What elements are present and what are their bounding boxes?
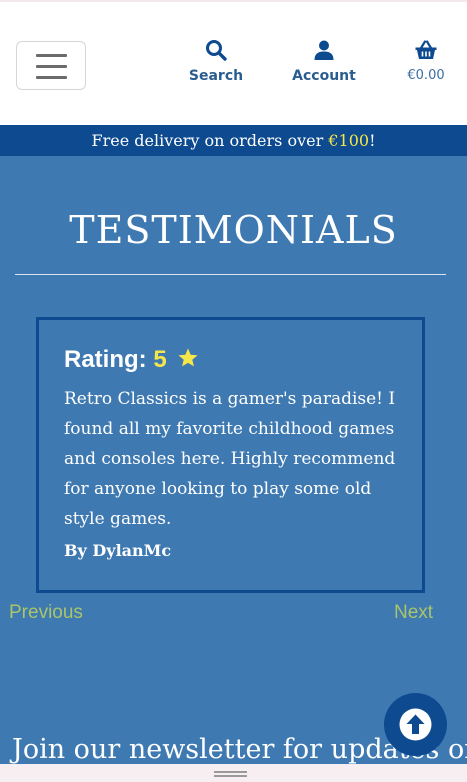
testimonial-card: Rating: 5 Retro Classics is a gamer's pa… [36, 317, 425, 593]
search-icon [206, 40, 227, 61]
drag-handle-line [214, 771, 247, 773]
testimonial-author: By DylanMc [64, 541, 172, 560]
nav-search-label: Search [188, 68, 244, 84]
testimonial-quote: Retro Classics is a gamer's paradise! I … [64, 389, 396, 529]
user-icon [314, 40, 334, 60]
page: Search Account €0.00 Free delivery on or… [0, 0, 467, 782]
promo-amount: €100 [328, 131, 370, 150]
promo-text: Free delivery on orders over [91, 131, 329, 150]
rating-value: 5 [153, 346, 167, 373]
shopping-basket-icon [415, 40, 437, 59]
next-button[interactable]: Next [394, 602, 433, 624]
site-header: Search Account €0.00 [0, 0, 467, 125]
rating-line: Rating: 5 [64, 346, 199, 374]
rating-label: Rating: [64, 346, 147, 373]
menu-toggle-button[interactable] [16, 41, 86, 90]
free-delivery-banner: Free delivery on orders over €100! [0, 125, 467, 156]
bottom-bar [0, 764, 467, 782]
nav-search-link[interactable]: Search [188, 38, 244, 84]
basket-total: €0.00 [407, 68, 445, 83]
back-to-top-button[interactable] [384, 693, 447, 756]
testimonials-section: TESTIMONIALS Rating: 5 Retro Classics is… [0, 156, 467, 782]
previous-button[interactable]: Previous [9, 602, 83, 624]
nav-account-label: Account [292, 68, 356, 84]
drag-handle-line [214, 775, 247, 777]
page-title: TESTIMONIALS [69, 208, 398, 252]
promo-suffix: ! [369, 131, 376, 150]
title-divider [15, 274, 446, 275]
nav-basket-link[interactable]: €0.00 [403, 38, 449, 83]
star-icon [178, 348, 198, 367]
arrow-up-icon [399, 708, 432, 741]
nav-account-link[interactable]: Account [292, 38, 356, 84]
